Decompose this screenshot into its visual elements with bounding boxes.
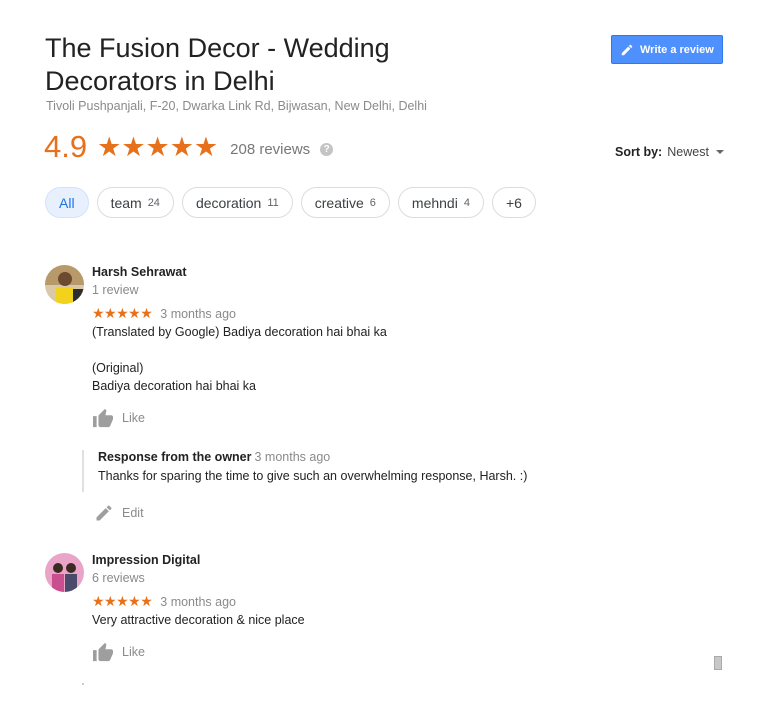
reviewer-name[interactable]: Impression Digital bbox=[92, 553, 200, 567]
chip-count: 6 bbox=[369, 196, 376, 209]
like-label: Like bbox=[122, 645, 145, 659]
thumbs-up-icon bbox=[93, 642, 113, 662]
chip-team[interactable]: team 24 bbox=[96, 187, 174, 218]
reviews-count[interactable]: 208 reviews bbox=[230, 141, 310, 158]
review-time: 3 months ago bbox=[160, 306, 237, 321]
chip-more[interactable]: +6 bbox=[491, 187, 536, 218]
avatar[interactable] bbox=[45, 265, 84, 304]
chip-mehndi[interactable]: mehndi 4 bbox=[397, 187, 484, 218]
pencil-icon bbox=[96, 505, 112, 521]
sort-dropdown[interactable]: Sort by: Newest bbox=[615, 145, 724, 159]
chip-label: decoration bbox=[195, 194, 262, 211]
chevron-down-icon bbox=[715, 150, 724, 154]
reviewer-name[interactable]: Harsh Sehrawat bbox=[92, 265, 186, 279]
chip-label: creative bbox=[314, 194, 364, 211]
chip-label: +6 bbox=[505, 194, 522, 211]
write-review-label: Write a review bbox=[640, 43, 714, 56]
review-text: Very attractive decoration & nice place bbox=[92, 613, 305, 627]
review-stars: ★★★★★ bbox=[92, 593, 153, 609]
review-item: Impression Digital 6 reviews ★★★★★ 3 mon… bbox=[45, 553, 725, 673]
chip-label: mehndi bbox=[411, 194, 458, 211]
owner-response-title: Response from the owner bbox=[98, 450, 252, 464]
place-title: The Fusion Decor - Wedding Decorators in… bbox=[45, 33, 390, 96]
pencil-icon bbox=[621, 44, 633, 55]
like-label: Like bbox=[122, 411, 145, 425]
reviewer-review-count: 6 reviews bbox=[92, 571, 145, 585]
review-time: 3 months ago bbox=[160, 594, 237, 609]
rating-value: 4.9 bbox=[44, 129, 88, 164]
place-address: Tivoli Pushpanjali, F-20, Dwarka Link Rd… bbox=[46, 99, 427, 113]
like-button[interactable]: Like bbox=[92, 408, 145, 428]
sort-label: Sort by: bbox=[615, 145, 663, 159]
thumbs-up-icon bbox=[93, 408, 113, 428]
review-item: Harsh Sehrawat 1 review ★★★★★ 3 months a… bbox=[45, 265, 725, 535]
chip-label: All bbox=[59, 194, 75, 211]
chip-creative[interactable]: creative 6 bbox=[300, 187, 390, 218]
chip-count: 4 bbox=[463, 196, 470, 209]
review-original-label: (Original) bbox=[92, 361, 144, 375]
rating-summary: 4.9 ★★★★★ 208 reviews ? bbox=[44, 128, 334, 166]
chip-label: team bbox=[110, 194, 142, 211]
review-original-text: Badiya decoration hai bhai ka bbox=[92, 379, 257, 393]
review-stars: ★★★★★ bbox=[92, 305, 153, 321]
help-icon[interactable]: ? bbox=[320, 142, 334, 156]
like-button[interactable]: Like bbox=[92, 642, 145, 662]
review-translated-text: (Translated by Google) Badiya decoration… bbox=[92, 325, 387, 339]
review-rating-line: ★★★★★ 3 months ago bbox=[92, 593, 236, 610]
chip-count: 24 bbox=[147, 196, 160, 209]
divider-mark bbox=[82, 683, 84, 685]
owner-response-text: Thanks for sparing the time to give such… bbox=[98, 469, 528, 483]
write-review-button[interactable]: Write a review bbox=[611, 35, 723, 64]
edit-response-button[interactable]: Edit bbox=[94, 503, 144, 523]
owner-response: Response from the owner 3 months ago Than… bbox=[82, 450, 527, 492]
edit-label: Edit bbox=[122, 506, 144, 520]
topic-chips: All team 24 decoration 11 creative 6 meh… bbox=[45, 187, 536, 218]
chip-decoration[interactable]: decoration 11 bbox=[181, 187, 293, 218]
reviewer-review-count: 1 review bbox=[92, 283, 139, 297]
chip-count: 11 bbox=[267, 196, 279, 209]
scrollbar-thumb[interactable] bbox=[714, 656, 722, 670]
owner-response-time: 3 months ago bbox=[254, 450, 331, 464]
rating-stars: ★★★★★ bbox=[97, 132, 219, 162]
avatar[interactable] bbox=[45, 553, 84, 592]
sort-value: Newest bbox=[667, 145, 709, 159]
review-rating-line: ★★★★★ 3 months ago bbox=[92, 305, 236, 322]
chip-all[interactable]: All bbox=[45, 187, 89, 218]
